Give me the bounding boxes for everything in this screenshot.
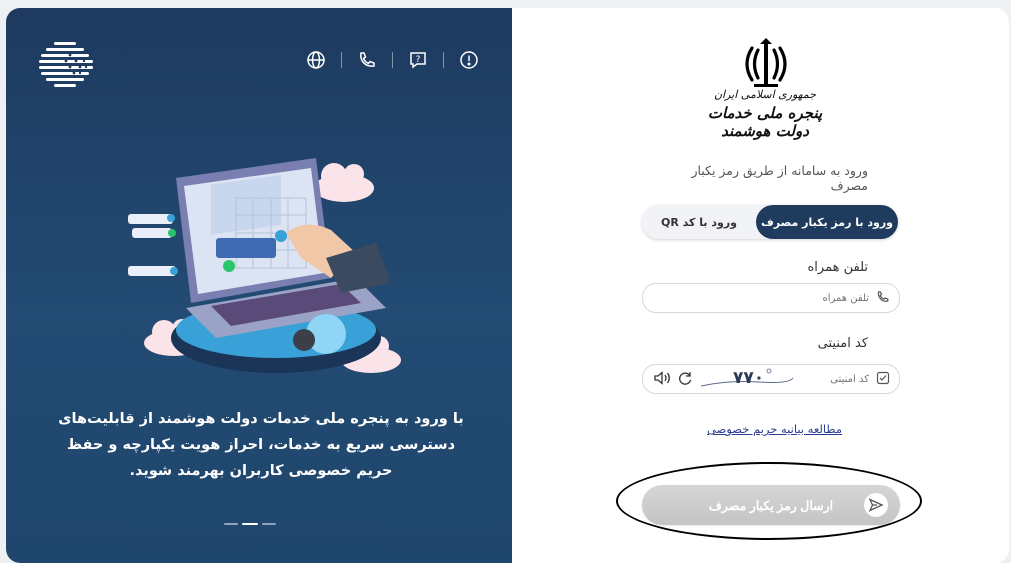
carousel-dot[interactable] [262, 523, 276, 525]
top-toolbar: ? [302, 46, 483, 74]
phone-label: تلفن همراه [807, 260, 869, 275]
captcha-label: کد امنیتی [817, 336, 868, 351]
phone-icon[interactable] [353, 46, 381, 74]
globe-language-icon[interactable] [302, 46, 330, 74]
login-form-panel: جمهوری اسلامی ایران پنجره ملی خدمات دولت… [512, 8, 1009, 563]
phone-input[interactable] [719, 284, 869, 312]
captcha-input[interactable] [809, 365, 869, 393]
divider [341, 52, 342, 68]
tab-qr-login[interactable]: ورود با کد QR [642, 205, 756, 239]
brand-line-1: جمهوری اسلامی ایران [713, 88, 817, 101]
carousel-indicator [224, 523, 276, 525]
send-otp-button[interactable]: ارسال رمز یکبار مصرف [642, 485, 900, 525]
tab-otp-login[interactable]: ورود با رمز یکبار مصرف [756, 205, 898, 239]
globe-logo-icon [39, 42, 93, 87]
send-otp-button-label: ارسال رمز یکبار مصرف [708, 498, 834, 513]
info-icon[interactable] [455, 46, 483, 74]
divider [392, 52, 393, 68]
brand-line-2: پنجره ملی خدمات دولت هوشمند [707, 104, 823, 140]
iran-emblem-icon [745, 38, 787, 87]
refresh-icon[interactable] [677, 370, 693, 386]
svg-text:?: ? [416, 55, 421, 65]
promo-panel: ? با ورود به پنجره ملی خدمات دولت هوشمند… [6, 8, 512, 563]
login-window: ? با ورود به پنجره ملی خدمات دولت هوشمند… [6, 8, 1009, 563]
promo-text: با ورود به پنجره ملی خدمات دولت هوشمند ا… [58, 411, 464, 479]
login-subtitle: ورود به سامانه از طریق رمز یکبار مصرف [691, 163, 868, 193]
captcha-image: ۷۷۰ [699, 368, 795, 390]
speaker-audio-icon[interactable] [653, 370, 671, 386]
checkbox-check-icon [876, 371, 890, 385]
send-paper-plane-icon [864, 493, 888, 517]
captcha-field-container: ۷۷۰ [642, 364, 900, 394]
phone-icon [877, 291, 889, 302]
carousel-dot[interactable] [224, 523, 238, 525]
phone-field-container [642, 283, 900, 313]
laptop-illustration [128, 158, 401, 373]
captcha-text: ۷۷۰ [733, 368, 765, 388]
carousel-dot-active[interactable] [242, 523, 258, 525]
login-method-tabs: ورود با رمز یکبار مصرف ورود با کد QR [642, 205, 898, 239]
divider [443, 52, 444, 68]
help-question-icon[interactable]: ? [404, 46, 432, 74]
privacy-statement-link[interactable]: مطالعه بیانیه حریم خصوصی [692, 422, 842, 436]
